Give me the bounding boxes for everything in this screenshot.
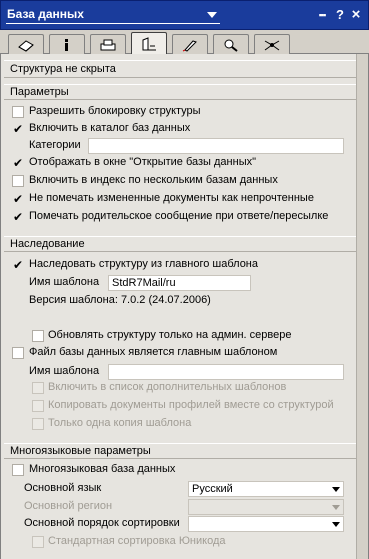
tab-database-basics[interactable] (8, 34, 44, 54)
single-copy-label: Только одна копия шаблона (48, 417, 192, 429)
info-i-icon (65, 38, 68, 51)
section-inheritance-header: Наследование (4, 236, 356, 252)
rocket-icon (182, 39, 197, 52)
inherit-template-label: Наследовать структуру из главного шаблон… (29, 258, 259, 270)
properties-titlebar: База данных ▪▪▪ ? × (0, 0, 369, 30)
tab-design[interactable] (131, 32, 167, 55)
tab-advanced[interactable] (254, 34, 290, 54)
checkmark-icon: ✔ (12, 122, 24, 136)
mark-parent-checkbox[interactable]: ✔ (12, 211, 24, 223)
include-catalog-label: Включить в каталог баз данных (29, 122, 191, 134)
sort-order-label: Основной порядок сортировки (24, 517, 180, 529)
section-title-text: Многоязыковые параметры (10, 445, 151, 457)
tab-info[interactable] (49, 34, 85, 54)
section-title-text: Наследование (10, 238, 85, 250)
template-name-label: Имя шаблона (29, 276, 100, 288)
template-name-field[interactable]: StdR7Mail/ru (108, 275, 251, 291)
checkmark-icon: ✔ (12, 210, 24, 224)
properties-type-label: База данных (7, 7, 84, 21)
show-open-db-label: Отображать в окне "Открытие базы данных" (29, 156, 256, 168)
std-unicode-sort-checkbox[interactable] (32, 536, 44, 548)
tab-full-text[interactable] (213, 34, 249, 54)
tab-print[interactable] (90, 34, 126, 54)
panel-scrollbar[interactable] (356, 54, 368, 559)
help-icon: ? (336, 7, 344, 22)
checkmark-icon: ✔ (12, 258, 24, 272)
inherit-template-checkbox[interactable]: ✔ (12, 259, 24, 271)
close-icon: × (351, 6, 361, 23)
advanced-icon (264, 40, 280, 50)
master-name-field[interactable] (108, 364, 344, 380)
printer-icon (100, 39, 116, 50)
template-version-text: Версия шаблона: 7.0.2 (24.07.2006) (29, 294, 211, 306)
master-name-label: Имя шаблона (29, 365, 100, 377)
checkmark-icon: ✔ (12, 156, 24, 170)
chevron-down-icon (207, 12, 217, 18)
properties-type-select[interactable]: База данных (6, 6, 220, 24)
master-template-checkbox[interactable] (12, 347, 24, 359)
allow-lock-label: Разрешить блокировку структуры (29, 105, 201, 117)
design-icon (142, 37, 156, 51)
status-text: Структура не скрыта (10, 63, 116, 75)
categories-field[interactable] (88, 138, 344, 154)
multilang-db-checkbox[interactable] (12, 464, 24, 476)
chevron-down-icon (332, 487, 340, 492)
close-button[interactable]: × (349, 7, 363, 23)
multilang-db-label: Многоязыковая база данных (29, 463, 176, 475)
tab-launch[interactable] (172, 34, 208, 54)
section-title-text: Параметры (10, 86, 69, 98)
main-region-select[interactable] (188, 499, 344, 515)
show-open-db-checkbox[interactable]: ✔ (12, 157, 24, 169)
main-region-label: Основной регион (24, 500, 113, 512)
menu-button[interactable]: ▪▪▪ (313, 7, 331, 23)
dont-mark-unread-label: Не помечать измененные документы как неп… (29, 192, 314, 204)
list-additional-checkbox[interactable] (32, 382, 44, 394)
dont-mark-unread-checkbox[interactable]: ✔ (12, 193, 24, 205)
include-multi-index-checkbox[interactable] (12, 175, 24, 187)
master-template-label: Файл базы данных является главным шаблон… (29, 346, 278, 358)
mark-parent-label: Помечать родительское сообщение при отве… (29, 210, 329, 222)
include-catalog-checkbox[interactable]: ✔ (12, 123, 24, 135)
properties-tabbar (0, 30, 369, 55)
copy-profile-docs-checkbox[interactable] (32, 400, 44, 412)
update-admin-only-label: Обновлять структуру только на админ. сер… (48, 329, 292, 341)
search-icon (224, 39, 238, 52)
update-admin-only-checkbox[interactable] (32, 330, 44, 342)
sort-order-select[interactable] (188, 516, 344, 532)
copy-profile-docs-label: Копировать документы профилей вместе со … (48, 399, 334, 411)
chevron-down-icon (332, 505, 340, 510)
list-additional-label: Включить в список дополнительных шаблоно… (48, 381, 287, 393)
menu-icon: ▪▪▪ (318, 10, 327, 20)
section-options-header: Параметры (4, 84, 356, 100)
main-lang-select[interactable]: Русский (188, 481, 344, 497)
section-multilingual-header: Многоязыковые параметры (4, 443, 356, 459)
info-db-icon (18, 39, 34, 52)
include-multi-index-label: Включить в индекс по нескольким базам да… (29, 174, 278, 186)
categories-label: Категории (29, 139, 81, 151)
design-hidden-status: Структура не скрыта (4, 60, 356, 78)
help-button[interactable]: ? (333, 7, 347, 23)
std-unicode-sort-label: Стандартная сортировка Юникода (48, 535, 226, 547)
main-lang-value: Русский (192, 483, 233, 495)
main-lang-label: Основной язык (24, 482, 102, 494)
single-copy-checkbox[interactable] (32, 418, 44, 430)
allow-lock-checkbox[interactable] (12, 106, 24, 118)
checkmark-icon: ✔ (12, 192, 24, 206)
chevron-down-icon (332, 522, 340, 527)
